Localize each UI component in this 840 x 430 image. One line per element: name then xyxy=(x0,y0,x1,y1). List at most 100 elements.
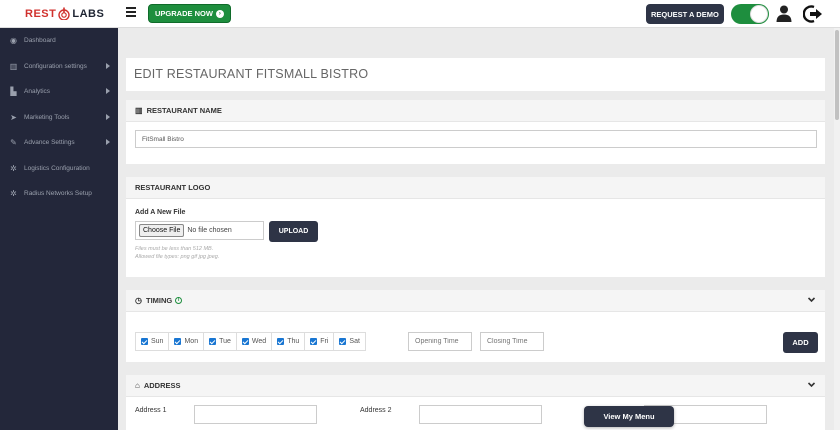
day-checkboxes: Sun Mon Tue Wed Thu Fri Sat xyxy=(135,332,366,351)
gear-icon: ✲ xyxy=(10,163,17,173)
day-label: Tue xyxy=(219,338,231,345)
chevron-down-icon[interactable] xyxy=(808,381,815,388)
caret-right-icon xyxy=(106,62,110,69)
day-label: Sun xyxy=(151,338,164,345)
user-icon[interactable] xyxy=(776,5,792,22)
sidebar-item-radius-networks-setup[interactable]: ✲ Radius Networks Setup xyxy=(0,181,118,207)
caret-right-icon xyxy=(106,88,110,94)
request-demo-button[interactable]: REQUEST A DEMO xyxy=(646,4,724,24)
add-timing-button[interactable]: ADD xyxy=(783,332,818,353)
sidebar-item-label: Advance Settings xyxy=(24,139,75,147)
bank-icon: ▥ xyxy=(135,106,143,115)
day-label: Wed xyxy=(251,338,267,345)
section-title: ADDRESS xyxy=(143,381,181,390)
day-checkbox-wed[interactable]: Wed xyxy=(236,332,273,351)
day-checkbox-sun[interactable]: Sun xyxy=(135,332,170,351)
info-icon[interactable]: i xyxy=(175,297,183,304)
address1-input[interactable] xyxy=(194,405,317,424)
upload-button[interactable]: UPLOAD xyxy=(269,221,318,242)
toggle-knob xyxy=(750,5,768,23)
brand-right: LABS xyxy=(72,7,105,20)
sidebar-item-analytics[interactable]: ▙ Analytics xyxy=(0,79,118,105)
day-checkbox-mon[interactable]: Mon xyxy=(169,332,205,351)
day-checkbox-sat[interactable]: Sat xyxy=(334,332,366,351)
section-header[interactable]: ⌂ ADDRESS xyxy=(126,375,825,397)
section-title: TIMING xyxy=(145,296,173,305)
file-status: No file chosen xyxy=(187,227,232,234)
caret-right-icon xyxy=(106,139,110,145)
day-checkbox-fri[interactable]: Fri xyxy=(305,332,335,351)
sidebar-item-marketing-tools[interactable]: ➤ Marketing Tools xyxy=(0,105,118,131)
section-header: ▥ RESTAURANT NAME xyxy=(126,100,825,122)
sidebar-item-dashboard[interactable]: ◉ Dashboard xyxy=(0,28,118,54)
top-bar: REST LABS UPGRADE NOW › REQUEST A DEMO xyxy=(0,0,840,28)
dashboard-icon: ◉ xyxy=(10,36,17,46)
section-header: RESTAURANT LOGO xyxy=(126,177,825,199)
scrollbar-thumb[interactable] xyxy=(835,30,839,120)
section-title: RESTAURANT NAME xyxy=(146,106,222,115)
checkbox-checked-icon xyxy=(339,338,347,345)
page-title-panel: EDIT RESTAURANT FITSMALL BISTRO xyxy=(126,58,825,91)
section-title: RESTAURANT LOGO xyxy=(135,183,211,192)
section-header[interactable]: ◷ TIMING i xyxy=(126,290,825,312)
checkbox-checked-icon xyxy=(209,338,217,345)
choose-file-button[interactable]: Choose File xyxy=(139,224,185,237)
address-section: ⌂ ADDRESS Address 1 Address 2 xyxy=(126,375,825,430)
page-scrollbar[interactable] xyxy=(834,28,840,430)
file-input[interactable]: Choose File No file chosen xyxy=(135,221,264,240)
page-title: EDIT RESTAURANT FITSMALL BISTRO xyxy=(134,67,369,81)
closing-time-input[interactable] xyxy=(480,332,544,351)
sidebar-item-label: Radius Networks Setup xyxy=(24,190,92,198)
caret-right-icon xyxy=(106,113,110,120)
file-size-hint: Files must be less than 512 MB. xyxy=(135,246,214,252)
sidebar-item-label: Dashboard xyxy=(24,37,56,45)
new-file-label: Add A New File xyxy=(135,209,186,216)
upgrade-button[interactable]: UPGRADE NOW › xyxy=(148,4,231,23)
address1-label: Address 1 xyxy=(135,407,167,414)
checkbox-checked-icon xyxy=(174,338,182,345)
sidebar-item-configuration-settings[interactable]: ▥ Configuration settings xyxy=(0,54,118,80)
checkbox-checked-icon xyxy=(241,338,249,345)
address2-input[interactable] xyxy=(419,405,542,424)
home-icon: ⌂ xyxy=(135,381,140,390)
brand-logo[interactable]: REST LABS xyxy=(25,7,105,21)
sidebar-item-label: Marketing Tools xyxy=(24,113,70,121)
view-my-menu-button[interactable]: View My Menu xyxy=(584,406,674,427)
day-checkbox-thu[interactable]: Thu xyxy=(272,332,306,351)
day-label: Fri xyxy=(320,338,329,345)
sidebar-item-advance-settings[interactable]: ✎ Advance Settings xyxy=(0,130,118,156)
checkbox-checked-icon xyxy=(310,338,318,345)
checkbox-checked-icon xyxy=(141,338,148,345)
sidebar-item-label: Configuration settings xyxy=(24,62,87,70)
clock-icon: ◷ xyxy=(135,296,142,305)
day-checkbox-tue[interactable]: Tue xyxy=(204,332,237,351)
brand-left: REST xyxy=(25,7,57,20)
sidebar: ◉ Dashboard ▥ Configuration settings ▙ A… xyxy=(0,28,118,430)
wrench-icon: ✎ xyxy=(10,138,17,148)
sidebar-item-logistics-configuration[interactable]: ✲ Logistics Configuration xyxy=(0,156,118,182)
checkbox-checked-icon xyxy=(277,338,285,345)
file-types-hint: Allowed file types: png gif jpg jpeg. xyxy=(135,254,220,260)
restaurant-name-section: ▥ RESTAURANT NAME xyxy=(126,100,825,164)
gear-icon: ✲ xyxy=(10,189,17,199)
day-label: Thu xyxy=(287,338,300,345)
sidebar-item-label: Analytics xyxy=(24,88,51,96)
bank-icon: ▥ xyxy=(9,61,18,71)
chevron-down-icon[interactable] xyxy=(808,296,815,303)
status-toggle[interactable] xyxy=(731,4,769,24)
day-label: Mon xyxy=(184,338,199,345)
opening-time-input[interactable] xyxy=(408,332,472,351)
sidebar-item-label: Logistics Configuration xyxy=(24,164,90,172)
radar-icon xyxy=(57,7,71,21)
restaurant-name-input[interactable] xyxy=(135,130,817,148)
timing-section: ◷ TIMING i Sun Mon Tue Wed Thu Fri Sat A… xyxy=(126,290,825,362)
chart-icon: ▙ xyxy=(10,87,17,97)
logout-icon[interactable] xyxy=(802,4,823,24)
send-icon: ➤ xyxy=(10,112,17,122)
day-label: Sat xyxy=(349,338,360,345)
menu-toggle-icon[interactable] xyxy=(126,7,136,17)
restaurant-logo-section: RESTAURANT LOGO Add A New File Choose Fi… xyxy=(126,177,825,277)
address2-label: Address 2 xyxy=(360,407,392,414)
upgrade-label: UPGRADE NOW xyxy=(155,9,213,18)
arrow-circle-icon: › xyxy=(215,9,224,18)
